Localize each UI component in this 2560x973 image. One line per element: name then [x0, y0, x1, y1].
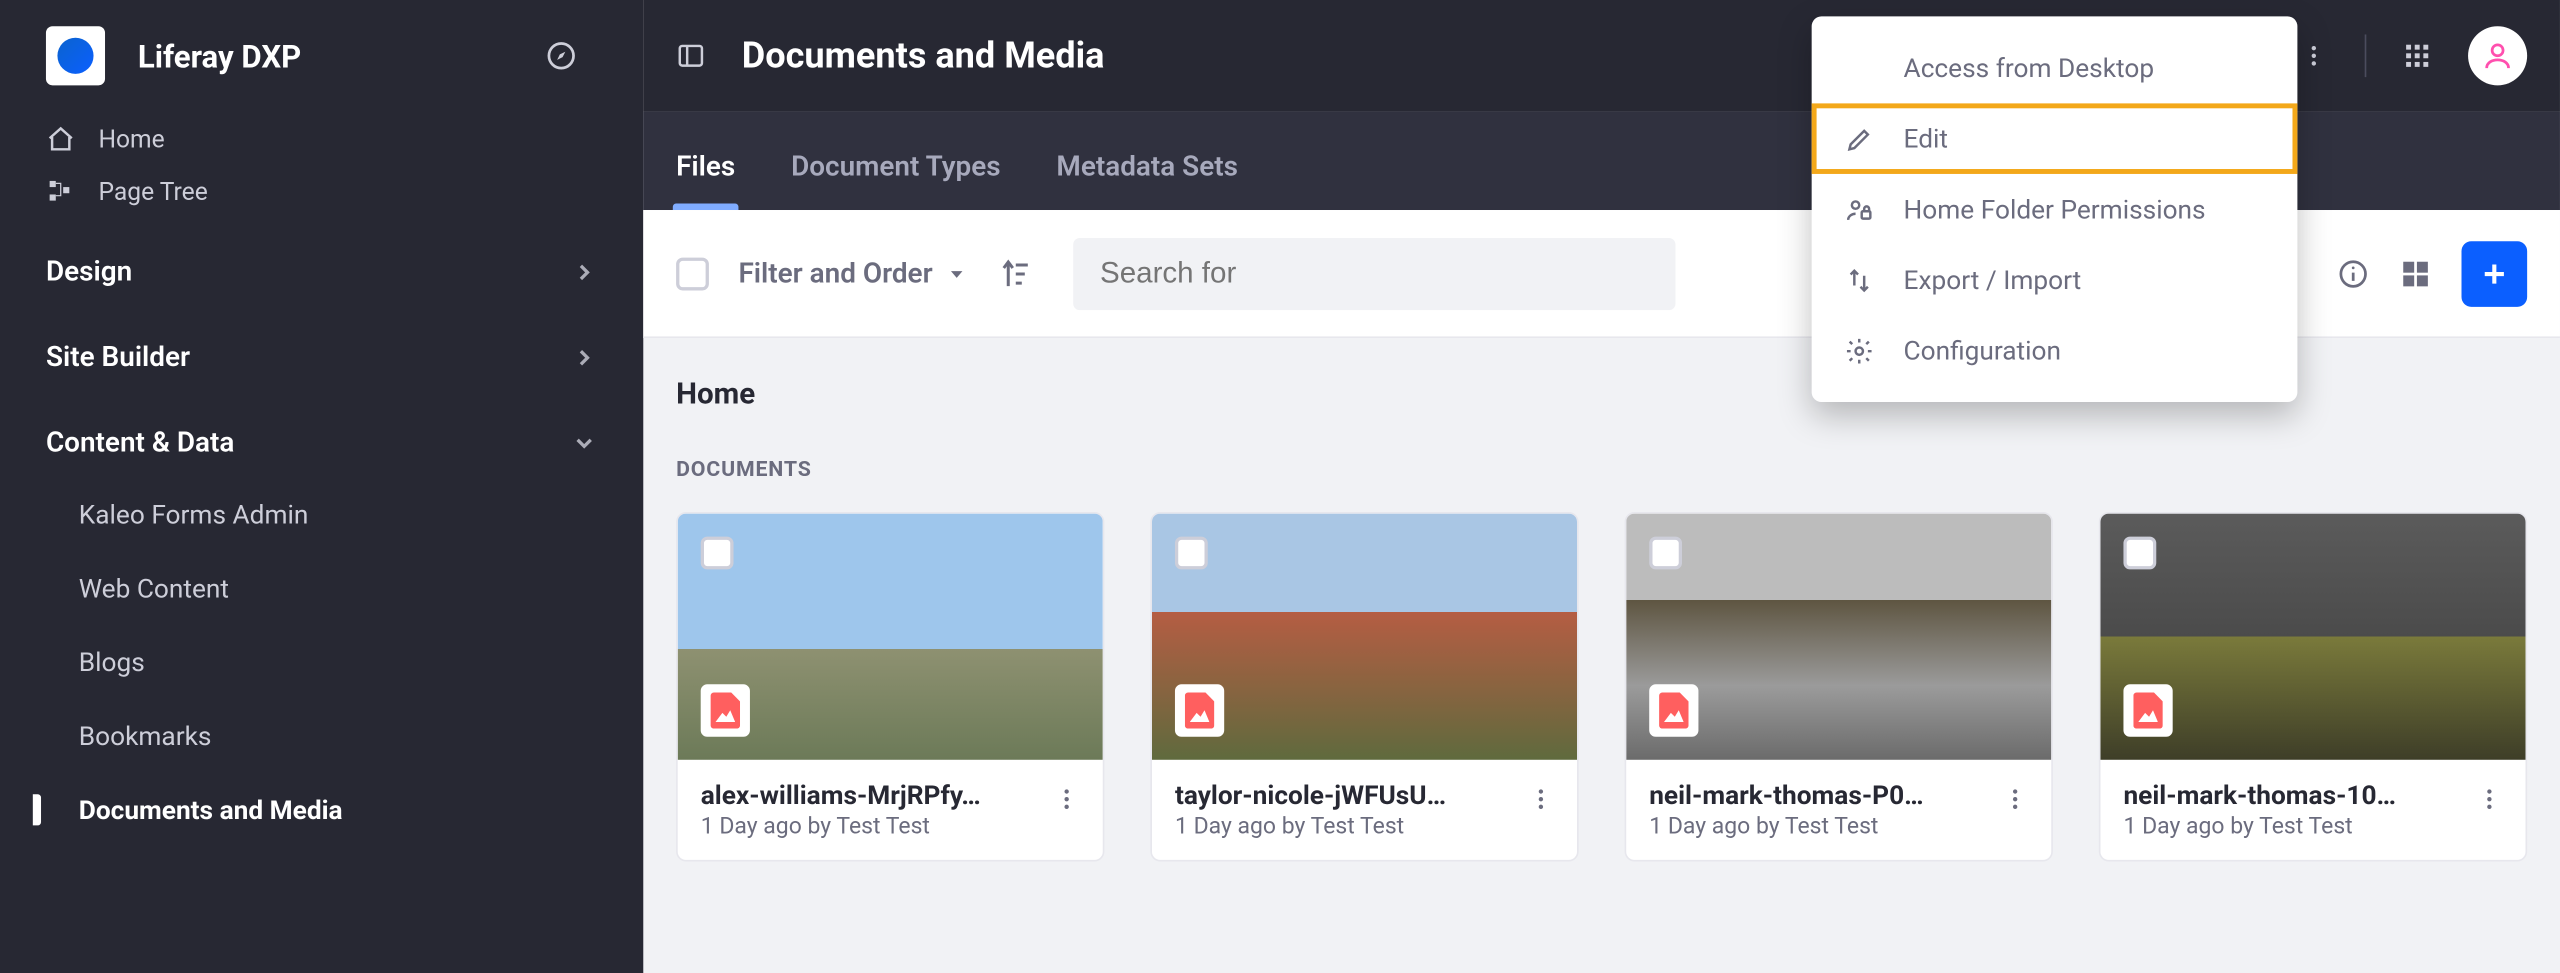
card-select-checkbox[interactable] — [701, 537, 734, 570]
card-kebab-button[interactable] — [1044, 776, 1090, 822]
tab-files[interactable]: Files — [676, 151, 735, 210]
popover-item-configuration[interactable]: Configuration — [1812, 315, 2298, 386]
thumbnail — [1152, 514, 1577, 760]
gear-icon — [1844, 336, 1874, 366]
document-card[interactable]: neil-mark-thomas-P0… 1 Day ago by Test T… — [1625, 512, 2053, 862]
document-cards: alex-williams-MrjRPfy… 1 Day ago by Test… — [676, 512, 2527, 862]
image-file-icon — [1185, 693, 1215, 729]
card-select-checkbox[interactable] — [1175, 537, 1208, 570]
image-file-icon — [1659, 693, 1689, 729]
filter-label: Filter and Order — [738, 257, 932, 290]
brand-title: Liferay DXP — [138, 37, 545, 75]
compass-icon[interactable] — [545, 39, 578, 72]
card-select-checkbox[interactable] — [1649, 537, 1682, 570]
sidebar-section-label: Design — [46, 256, 132, 289]
sidebar-item-documents-media[interactable]: Documents and Media — [79, 794, 644, 825]
sidebar-section-label: Site Builder — [46, 341, 190, 374]
caret-down-icon — [946, 262, 969, 285]
chevron-down-icon — [571, 430, 597, 456]
topbar: Documents and Media Access from Desktop — [643, 0, 2560, 112]
sidebar-link-home[interactable]: Home — [46, 125, 597, 155]
sidebar: Liferay DXP Home Page Tree Design — [0, 0, 643, 973]
chevron-right-icon — [571, 345, 597, 371]
card-title: alex-williams-MrjRPfy… — [701, 779, 1029, 810]
sort-button[interactable] — [998, 255, 1034, 291]
sidebar-item-web-content[interactable]: Web Content — [79, 573, 644, 604]
thumbnail — [1626, 514, 2051, 760]
filetype-badge-image — [2123, 684, 2172, 737]
brand-row: Liferay DXP — [0, 0, 643, 112]
filetype-badge-image — [1649, 684, 1698, 737]
panel-toggle-icon[interactable] — [676, 41, 706, 71]
avatar[interactable] — [2468, 26, 2527, 85]
sidebar-item-blogs[interactable]: Blogs — [79, 647, 644, 678]
pencil-icon — [1844, 124, 1874, 154]
sidebar-link-label: Page Tree — [98, 177, 207, 207]
card-kebab-button[interactable] — [1518, 776, 1564, 822]
document-card[interactable]: neil-mark-thomas-10… 1 Day ago by Test T… — [2099, 512, 2527, 862]
popover-item-label: Home Folder Permissions — [1904, 194, 2206, 225]
apps-grid-icon[interactable] — [2389, 28, 2445, 84]
popover-item-access-desktop[interactable]: Access from Desktop — [1812, 33, 2298, 104]
filter-and-order-dropdown[interactable]: Filter and Order — [738, 257, 968, 290]
image-file-icon — [2133, 693, 2163, 729]
image-file-icon — [711, 693, 741, 729]
search-field — [1074, 237, 1676, 309]
thumbnail — [678, 514, 1103, 760]
sidebar-sublist: Kaleo Forms Admin Web Content Blogs Book… — [0, 486, 643, 826]
thumbnail — [2100, 514, 2525, 760]
sidebar-link-label: Home — [98, 125, 164, 155]
filetype-badge-image — [1175, 684, 1224, 737]
popover-item-label: Access from Desktop — [1904, 53, 2155, 84]
card-meta: 1 Day ago by Test Test — [1649, 814, 2028, 840]
tab-document-types[interactable]: Document Types — [791, 151, 1001, 210]
divider — [2365, 34, 2367, 77]
sidebar-section-content-data[interactable]: Content & Data — [0, 400, 643, 485]
card-meta: 1 Day ago by Test Test — [2123, 814, 2502, 840]
card-kebab-button[interactable] — [1992, 776, 2038, 822]
add-button[interactable] — [2462, 240, 2528, 306]
popover-item-label: Export / Import — [1904, 264, 2082, 295]
brand-logo[interactable] — [46, 26, 105, 85]
sidebar-link-page-tree[interactable]: Page Tree — [46, 177, 597, 207]
document-card[interactable]: alex-williams-MrjRPfy… 1 Day ago by Test… — [676, 512, 1104, 862]
card-title: neil-mark-thomas-P0… — [1649, 779, 1977, 810]
popover-item-label: Edit — [1904, 123, 1948, 154]
card-title: taylor-nicole-jWFUsU… — [1175, 779, 1503, 810]
select-all-checkbox[interactable] — [676, 257, 709, 290]
popover-item-label: Configuration — [1904, 335, 2061, 366]
sidebar-item-kaleo-forms[interactable]: Kaleo Forms Admin — [79, 499, 644, 530]
tab-metadata-sets[interactable]: Metadata Sets — [1056, 151, 1238, 210]
sidebar-section-label: Content & Data — [46, 427, 234, 460]
popover-item-edit[interactable]: Edit — [1812, 103, 2298, 174]
document-card[interactable]: taylor-nicole-jWFUsU… 1 Day ago by Test … — [1150, 512, 1578, 862]
pagetree-icon — [46, 177, 76, 207]
sidebar-section-design[interactable]: Design — [0, 230, 643, 315]
filetype-badge-image — [701, 684, 750, 737]
card-meta: 1 Day ago by Test Test — [701, 814, 1080, 840]
card-select-checkbox[interactable] — [2123, 537, 2156, 570]
user-lock-icon — [1844, 194, 1874, 224]
header-actions-popover: Access from Desktop Edit Home Folder Per… — [1812, 16, 2298, 402]
chevron-right-icon — [571, 259, 597, 285]
transfer-icon — [1844, 265, 1874, 295]
popover-item-permissions[interactable]: Home Folder Permissions — [1812, 174, 2298, 245]
view-switch-button[interactable] — [2399, 257, 2432, 290]
card-meta: 1 Day ago by Test Test — [1175, 814, 1554, 840]
info-button[interactable] — [2337, 257, 2370, 290]
card-title: neil-mark-thomas-10… — [2123, 779, 2451, 810]
search-input[interactable] — [1074, 237, 1676, 309]
popover-item-export-import[interactable]: Export / Import — [1812, 245, 2298, 316]
main: Documents and Media Access from Desktop — [643, 0, 2560, 973]
section-label-documents: DOCUMENTS — [676, 458, 2527, 483]
card-kebab-button[interactable] — [2466, 776, 2512, 822]
sidebar-section-site-builder[interactable]: Site Builder — [0, 315, 643, 400]
sidebar-item-bookmarks[interactable]: Bookmarks — [79, 720, 644, 751]
home-icon — [46, 125, 76, 155]
